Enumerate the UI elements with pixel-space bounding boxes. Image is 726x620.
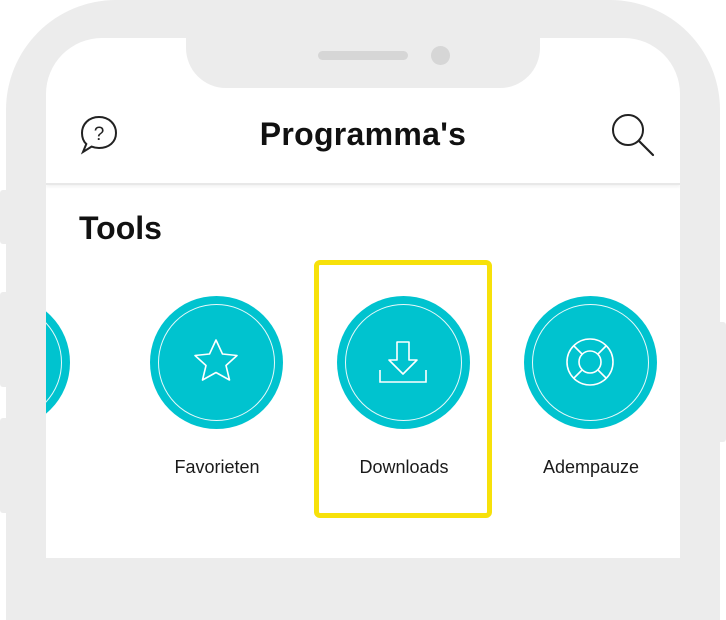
tile-downloads[interactable]: Downloads: [314, 260, 494, 520]
page-title: Programma's: [259, 116, 467, 152]
tile-shield[interactable]: oh ie: [46, 260, 94, 520]
front-camera: [431, 46, 450, 65]
tile-circle: [150, 296, 283, 429]
tile-label: Downloads: [359, 457, 449, 477]
phone-notch: [186, 38, 540, 88]
section-title: Tools: [79, 210, 162, 246]
phone-side-button: [718, 322, 726, 442]
phone-side-button: [0, 292, 8, 387]
tile-adempauze[interactable]: Adempauze: [501, 260, 680, 520]
star-icon: [194, 339, 238, 381]
phone-side-button: [0, 418, 8, 513]
tile-label: Adempauze: [542, 457, 640, 477]
app-screen: ? Programma's Tools oh ie: [46, 38, 680, 558]
lifebuoy-icon: [566, 338, 614, 386]
tile-circle: [337, 296, 470, 429]
download-icon: [379, 341, 427, 383]
tile-favorieten[interactable]: Favorieten: [127, 260, 307, 520]
tile-label: Favorieten: [174, 457, 260, 477]
search-icon[interactable]: [610, 112, 656, 158]
tile-circle: [46, 296, 70, 429]
tile-circle: [524, 296, 657, 429]
top-bar: ? Programma's: [46, 88, 680, 185]
speaker-grille: [318, 51, 408, 60]
phone-side-button: [0, 190, 8, 244]
